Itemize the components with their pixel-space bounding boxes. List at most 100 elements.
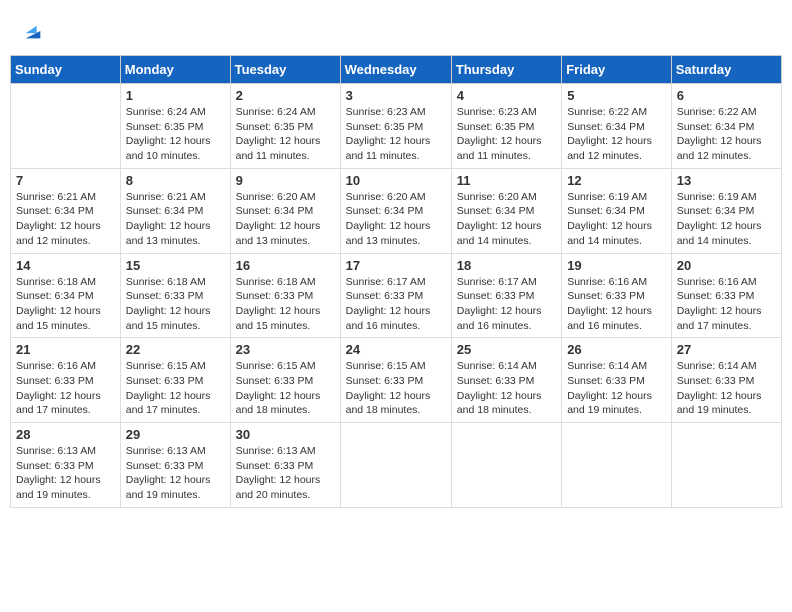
day-info: Sunrise: 6:17 AM Sunset: 6:33 PM Dayligh… — [346, 275, 446, 334]
day-number: 6 — [677, 88, 776, 103]
day-number: 30 — [236, 427, 335, 442]
calendar-cell — [671, 423, 781, 508]
day-number: 29 — [126, 427, 225, 442]
calendar-cell — [451, 423, 561, 508]
day-number: 7 — [16, 173, 115, 188]
calendar-cell: 24Sunrise: 6:15 AM Sunset: 6:33 PM Dayli… — [340, 338, 451, 423]
day-number: 15 — [126, 258, 225, 273]
calendar-cell: 27 Sunrise: 6:14 AM Sunset: 6:33 PM Dayli… — [671, 338, 781, 423]
day-info: Sunrise: 6:16 AM Sunset: 6:33 PM Dayligh… — [567, 275, 666, 334]
calendar-cell: 18 Sunrise: 6:17 AM Sunset: 6:33 PM Dayli… — [451, 253, 561, 338]
day-info: Sunrise: 6:17 AM Sunset: 6:33 PM Dayligh… — [457, 275, 556, 334]
calendar-cell: 2Sunrise: 6:24 AM Sunset: 6:35 PM Daylig… — [230, 84, 340, 169]
day-info: Sunrise: 6:20 AM Sunset: 6:34 PM Dayligh… — [236, 190, 335, 249]
calendar-cell: 5 Sunrise: 6:22 AM Sunset: 6:34 PM Daylig… — [562, 84, 672, 169]
day-number: 4 — [457, 88, 556, 103]
day-number: 3 — [346, 88, 446, 103]
day-info: Sunrise: 6:15 AM Sunset: 6:33 PM Dayligh… — [236, 359, 335, 418]
day-number: 18 — [457, 258, 556, 273]
day-number: 10 — [346, 173, 446, 188]
calendar-cell: 25Sunrise: 6:14 AM Sunset: 6:33 PM Dayli… — [451, 338, 561, 423]
column-header-wednesday: Wednesday — [340, 56, 451, 84]
day-info: Sunrise: 6:21 AM Sunset: 6:34 PM Dayligh… — [126, 190, 225, 249]
calendar-cell: 28Sunrise: 6:13 AM Sunset: 6:33 PM Dayli… — [11, 423, 121, 508]
calendar-cell: 14 Sunrise: 6:18 AM Sunset: 6:34 PM Dayli… — [11, 253, 121, 338]
calendar-cell — [340, 423, 451, 508]
calendar-cell: 12Sunrise: 6:19 AM Sunset: 6:34 PM Dayli… — [562, 168, 672, 253]
calendar-cell: 29Sunrise: 6:13 AM Sunset: 6:33 PM Dayli… — [120, 423, 230, 508]
calendar-week-row: 7 Sunrise: 6:21 AM Sunset: 6:34 PM Daylig… — [11, 168, 782, 253]
calendar-cell: 10 Sunrise: 6:20 AM Sunset: 6:34 PM Dayli… — [340, 168, 451, 253]
logo-icon — [22, 20, 44, 42]
column-header-saturday: Saturday — [671, 56, 781, 84]
header — [10, 10, 782, 47]
day-number: 25 — [457, 342, 556, 357]
day-info: Sunrise: 6:23 AM Sunset: 6:35 PM Dayligh… — [346, 105, 446, 164]
day-info: Sunrise: 6:13 AM Sunset: 6:33 PM Dayligh… — [236, 444, 335, 503]
calendar-cell: 11 Sunrise: 6:20 AM Sunset: 6:34 PM Dayli… — [451, 168, 561, 253]
day-number: 17 — [346, 258, 446, 273]
calendar-header-row: SundayMondayTuesdayWednesdayThursdayFrid… — [11, 56, 782, 84]
day-number: 11 — [457, 173, 556, 188]
calendar-week-row: 21 Sunrise: 6:16 AM Sunset: 6:33 PM Dayli… — [11, 338, 782, 423]
day-info: Sunrise: 6:20 AM Sunset: 6:34 PM Dayligh… — [346, 190, 446, 249]
day-info: Sunrise: 6:23 AM Sunset: 6:35 PM Dayligh… — [457, 105, 556, 164]
day-info: Sunrise: 6:20 AM Sunset: 6:34 PM Dayligh… — [457, 190, 556, 249]
day-number: 5 — [567, 88, 666, 103]
calendar-cell — [11, 84, 121, 169]
day-number: 24 — [346, 342, 446, 357]
calendar-cell: 4 Sunrise: 6:23 AM Sunset: 6:35 PM Daylig… — [451, 84, 561, 169]
calendar-cell: 16Sunrise: 6:18 AM Sunset: 6:33 PM Dayli… — [230, 253, 340, 338]
calendar-cell: 3 Sunrise: 6:23 AM Sunset: 6:35 PM Daylig… — [340, 84, 451, 169]
calendar-cell: 9 Sunrise: 6:20 AM Sunset: 6:34 PM Daylig… — [230, 168, 340, 253]
calendar-week-row: 1 Sunrise: 6:24 AM Sunset: 6:35 PM Daylig… — [11, 84, 782, 169]
column-header-friday: Friday — [562, 56, 672, 84]
calendar-cell: 17 Sunrise: 6:17 AM Sunset: 6:33 PM Dayli… — [340, 253, 451, 338]
calendar-cell: 21 Sunrise: 6:16 AM Sunset: 6:33 PM Dayli… — [11, 338, 121, 423]
day-info: Sunrise: 6:18 AM Sunset: 6:33 PM Dayligh… — [236, 275, 335, 334]
calendar-cell: 23 Sunrise: 6:15 AM Sunset: 6:33 PM Dayli… — [230, 338, 340, 423]
day-number: 9 — [236, 173, 335, 188]
day-info: Sunrise: 6:18 AM Sunset: 6:33 PM Dayligh… — [126, 275, 225, 334]
day-info: Sunrise: 6:21 AM Sunset: 6:34 PM Dayligh… — [16, 190, 115, 249]
column-header-tuesday: Tuesday — [230, 56, 340, 84]
day-info: Sunrise: 6:24 AM Sunset: 6:35 PM Dayligh… — [236, 105, 335, 164]
calendar-table: SundayMondayTuesdayWednesdayThursdayFrid… — [10, 55, 782, 508]
day-info: Sunrise: 6:16 AM Sunset: 6:33 PM Dayligh… — [677, 275, 776, 334]
day-info: Sunrise: 6:14 AM Sunset: 6:33 PM Dayligh… — [677, 359, 776, 418]
calendar-cell: 26 Sunrise: 6:14 AM Sunset: 6:33 PM Dayli… — [562, 338, 672, 423]
calendar-week-row: 14 Sunrise: 6:18 AM Sunset: 6:34 PM Dayli… — [11, 253, 782, 338]
day-number: 14 — [16, 258, 115, 273]
day-number: 8 — [126, 173, 225, 188]
calendar-cell — [562, 423, 672, 508]
day-info: Sunrise: 6:14 AM Sunset: 6:33 PM Dayligh… — [567, 359, 666, 418]
calendar-cell: 7 Sunrise: 6:21 AM Sunset: 6:34 PM Daylig… — [11, 168, 121, 253]
day-number: 13 — [677, 173, 776, 188]
day-number: 20 — [677, 258, 776, 273]
column-header-sunday: Sunday — [11, 56, 121, 84]
day-number: 26 — [567, 342, 666, 357]
calendar-cell: 1 Sunrise: 6:24 AM Sunset: 6:35 PM Daylig… — [120, 84, 230, 169]
day-number: 28 — [16, 427, 115, 442]
day-info: Sunrise: 6:18 AM Sunset: 6:34 PM Dayligh… — [16, 275, 115, 334]
column-header-thursday: Thursday — [451, 56, 561, 84]
day-info: Sunrise: 6:22 AM Sunset: 6:34 PM Dayligh… — [677, 105, 776, 164]
calendar-cell: 19 Sunrise: 6:16 AM Sunset: 6:33 PM Dayli… — [562, 253, 672, 338]
day-number: 22 — [126, 342, 225, 357]
calendar-cell: 8 Sunrise: 6:21 AM Sunset: 6:34 PM Daylig… — [120, 168, 230, 253]
day-number: 12 — [567, 173, 666, 188]
day-number: 23 — [236, 342, 335, 357]
day-info: Sunrise: 6:15 AM Sunset: 6:33 PM Dayligh… — [126, 359, 225, 418]
calendar-cell: 15 Sunrise: 6:18 AM Sunset: 6:33 PM Dayli… — [120, 253, 230, 338]
calendar-cell: 30 Sunrise: 6:13 AM Sunset: 6:33 PM Dayli… — [230, 423, 340, 508]
calendar-week-row: 28 Sunrise: 6:13 AM Sunset: 6:33 PM Dayli… — [11, 423, 782, 508]
day-info: Sunrise: 6:22 AM Sunset: 6:34 PM Dayligh… — [567, 105, 666, 164]
day-number: 21 — [16, 342, 115, 357]
day-info: Sunrise: 6:16 AM Sunset: 6:33 PM Dayligh… — [16, 359, 115, 418]
calendar-cell: 22 Sunrise: 6:15 AM Sunset: 6:33 PM Dayli… — [120, 338, 230, 423]
day-number: 19 — [567, 258, 666, 273]
day-number: 1 — [126, 88, 225, 103]
day-number: 27 — [677, 342, 776, 357]
day-info: Sunrise: 6:24 AM Sunset: 6:35 PM Dayligh… — [126, 105, 225, 164]
logo — [20, 20, 44, 42]
